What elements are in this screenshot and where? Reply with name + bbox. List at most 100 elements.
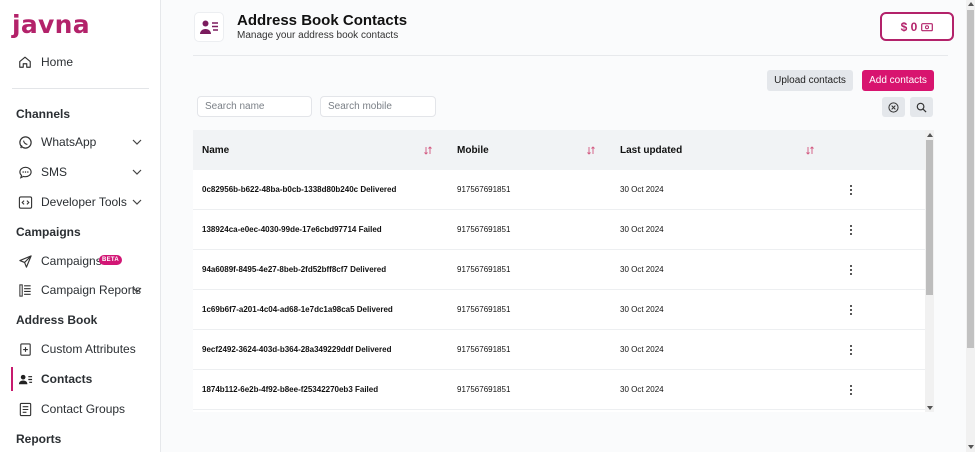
table-row: 0c82956b-b622-48ba-b0cb-1338d80b240c Del… (193, 170, 925, 210)
table-row: 94a6089f-8495-4e27-8beb-2fd52bff8cf7 Del… (193, 250, 925, 290)
contact-mobile: 917567691851 (457, 185, 511, 194)
sidebar-item-contacts[interactable]: Contacts (0, 366, 160, 392)
contact-mobile: 917567691851 (457, 385, 511, 394)
sort-icon[interactable] (424, 146, 432, 155)
sidebar-item-home[interactable]: Home (0, 49, 160, 75)
contact-groups-icon (17, 401, 33, 417)
sidebar-item-label: SMS (41, 165, 68, 179)
sidebar-item-sms[interactable]: SMS (0, 159, 160, 185)
contact-last-updated: 30 Oct 2024 (620, 305, 664, 314)
page-title: Address Book Contacts (237, 12, 408, 29)
sidebar-item-campaigns[interactable]: Campaigns (0, 248, 160, 274)
contact-name: 0c82956b-b622-48ba-b0cb-1338d80b240c Del… (202, 185, 397, 194)
page-scrollbar[interactable] (966, 0, 975, 452)
search-icon (916, 102, 927, 113)
contact-last-updated: 30 Oct 2024 (620, 185, 664, 194)
javna-logo[interactable]: javna (12, 10, 90, 39)
contact-last-updated: 30 Oct 2024 (620, 265, 664, 274)
header-divider (193, 55, 948, 56)
table-row: 1874b112-6e2b-4f92-b8ee-f25342270eb3 Fai… (193, 370, 925, 410)
contact-mobile: 917567691851 (457, 345, 511, 354)
more-options-icon[interactable] (846, 344, 856, 356)
chevron-down-icon[interactable] (132, 137, 142, 147)
search-button[interactable] (910, 97, 933, 117)
balance-amount: $ 0 (900, 19, 918, 34)
chat-bubble-icon (17, 164, 33, 180)
sidebar-item-contact-groups[interactable]: Contact Groups (0, 396, 160, 422)
home-icon (17, 54, 33, 70)
wallet-icon (921, 22, 934, 31)
table-scrollbar[interactable] (925, 130, 934, 412)
sidebar-item-label: WhatsApp (41, 135, 97, 149)
section-channels: Channels (16, 107, 71, 121)
more-options-icon[interactable] (846, 184, 856, 196)
chevron-down-icon[interactable] (132, 285, 142, 295)
sidebar-item-label: Campaigns (41, 254, 102, 268)
contact-mobile: 917567691851 (457, 305, 511, 314)
table-header: Name Mobile Last updated (193, 130, 925, 170)
sidebar-item-label: Custom Attributes (41, 342, 136, 356)
table-row: 138924ca-e0ec-4030-99de-17e6cbd97714 Fai… (193, 210, 925, 250)
contact-last-updated: 30 Oct 2024 (620, 385, 664, 394)
custom-attributes-icon (17, 341, 33, 357)
more-options-icon[interactable] (846, 384, 856, 396)
contact-last-updated: 30 Oct 2024 (620, 345, 664, 354)
contact-mobile: 917567691851 (457, 225, 511, 234)
whatsapp-icon (17, 134, 33, 150)
contact-name: 94a6089f-8495-4e27-8beb-2fd52bff8cf7 Del… (202, 265, 387, 274)
column-header-mobile[interactable]: Mobile (457, 145, 489, 156)
section-campaigns: Campaigns (16, 225, 81, 239)
address-book-icon (194, 12, 224, 42)
sidebar-item-label: Contact Groups (41, 402, 126, 416)
more-options-icon[interactable] (846, 304, 856, 316)
chevron-down-icon[interactable] (132, 197, 142, 207)
table-row: 1c69b6f7-a201-4c04-ad68-1e7dc1a98ca5 Del… (193, 290, 925, 330)
search-mobile-input[interactable] (320, 96, 436, 117)
upload-contacts-button[interactable]: Upload contacts (767, 70, 853, 91)
clear-filters-button[interactable] (882, 97, 905, 117)
contact-name: 9ecf2492-3624-403d-b364-28a349229ddf Del… (202, 345, 392, 354)
contacts-table: Name Mobile Last updated 0c82956b-b622-4… (193, 130, 925, 412)
contact-name: 138924ca-e0ec-4030-99de-17e6cbd97714 Fai… (202, 225, 382, 234)
sort-icon[interactable] (806, 146, 814, 155)
code-icon (17, 194, 33, 210)
column-header-name[interactable]: Name (202, 145, 229, 156)
sidebar-item-developer-tools[interactable]: Developer Tools (0, 189, 160, 215)
contact-name: 1c69b6f7-a201-4c04-ad68-1e7dc1a98ca5 Del… (202, 305, 393, 314)
sidebar-item-campaign-reports[interactable]: Campaign Reports (0, 277, 160, 303)
page-subtitle: Manage your address book contacts (237, 30, 399, 41)
column-header-last-updated[interactable]: Last updated (620, 145, 682, 156)
table-row: 9ecf2492-3624-403d-b364-28a349229ddf Del… (193, 330, 925, 370)
chevron-down-icon[interactable] (132, 167, 142, 177)
contact-last-updated: 30 Oct 2024 (620, 225, 664, 234)
section-reports: Reports (16, 432, 62, 446)
beta-badge: BETA (99, 255, 122, 265)
sidebar: javna Home Channels WhatsApp SMS Develop… (0, 0, 161, 452)
sidebar-item-custom-attributes[interactable]: Custom Attributes (0, 336, 160, 362)
contact-mobile: 917567691851 (457, 265, 511, 274)
sidebar-item-whatsapp[interactable]: WhatsApp (0, 129, 160, 155)
scroll-up-arrow-icon[interactable] (926, 133, 933, 137)
search-name-input[interactable] (197, 96, 312, 117)
send-icon (17, 253, 33, 269)
scroll-down-arrow-icon[interactable] (926, 406, 933, 410)
sidebar-item-label: Contacts (41, 372, 93, 386)
scrollbar-thumb[interactable] (926, 140, 933, 295)
sidebar-item-label: Developer Tools (41, 195, 127, 209)
sidebar-divider (12, 88, 149, 89)
contacts-icon (17, 371, 33, 387)
scrollbar-thumb[interactable] (967, 10, 974, 348)
contact-name: 1874b112-6e2b-4f92-b8ee-f25342270eb3 Fai… (202, 385, 379, 394)
sidebar-item-label: Home (41, 55, 74, 69)
scroll-down-arrow-icon[interactable] (967, 445, 974, 449)
sort-icon[interactable] (587, 146, 595, 155)
add-contacts-button[interactable]: Add contacts (862, 70, 934, 91)
more-options-icon[interactable] (846, 264, 856, 276)
sidebar-item-label: Campaign Reports (41, 283, 142, 297)
balance-button[interactable]: $ 0 (880, 12, 954, 41)
more-options-icon[interactable] (846, 224, 856, 236)
clear-circle-icon (888, 101, 899, 113)
report-list-icon (17, 282, 33, 298)
scroll-up-arrow-icon[interactable] (967, 2, 974, 6)
section-address-book: Address Book (16, 313, 98, 327)
